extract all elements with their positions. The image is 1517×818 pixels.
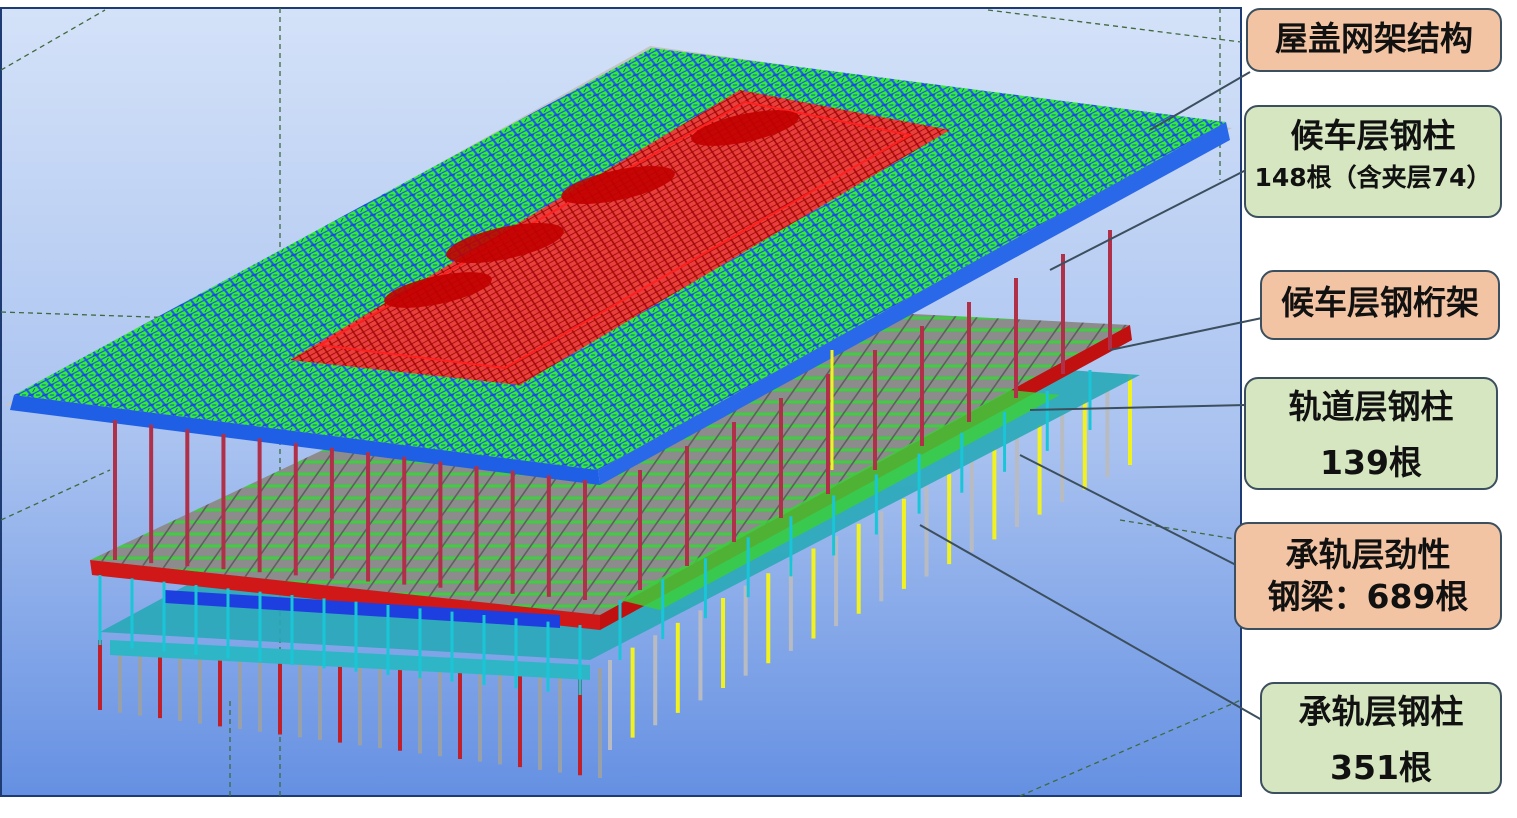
callout-waiting-columns-title: 候车层钢柱 <box>1290 116 1456 155</box>
callout-roof-space-frame: 屋盖网架结构 <box>1246 8 1502 72</box>
callout-rail-columns-title: 承轨层钢柱 <box>1298 692 1464 731</box>
callout-track-columns-title: 轨道层钢柱 <box>1288 387 1454 426</box>
callout-composite-beams: 承轨层劲性 钢梁：689根 <box>1234 522 1502 630</box>
callout-roof-title: 屋盖网架结构 <box>1275 19 1473 58</box>
callout-rail-layer-columns: 承轨层钢柱 351根 <box>1260 682 1502 794</box>
callout-beams-line1: 承轨层劲性 <box>1285 535 1451 574</box>
callout-track-columns-count: 139根 <box>1320 443 1422 482</box>
callout-waiting-layer-truss: 候车层钢桁架 <box>1260 270 1500 340</box>
callout-waiting-truss-title: 候车层钢桁架 <box>1281 283 1479 322</box>
callout-track-layer-columns: 轨道层钢柱 139根 <box>1244 377 1498 490</box>
callout-waiting-columns-detail: 148根（含夹层74） <box>1254 163 1492 192</box>
callout-waiting-layer-columns: 候车层钢柱 148根（含夹层74） <box>1244 105 1502 218</box>
callout-beams-line2: 钢梁：689根 <box>1267 577 1469 616</box>
callout-rail-columns-count: 351根 <box>1330 748 1432 787</box>
